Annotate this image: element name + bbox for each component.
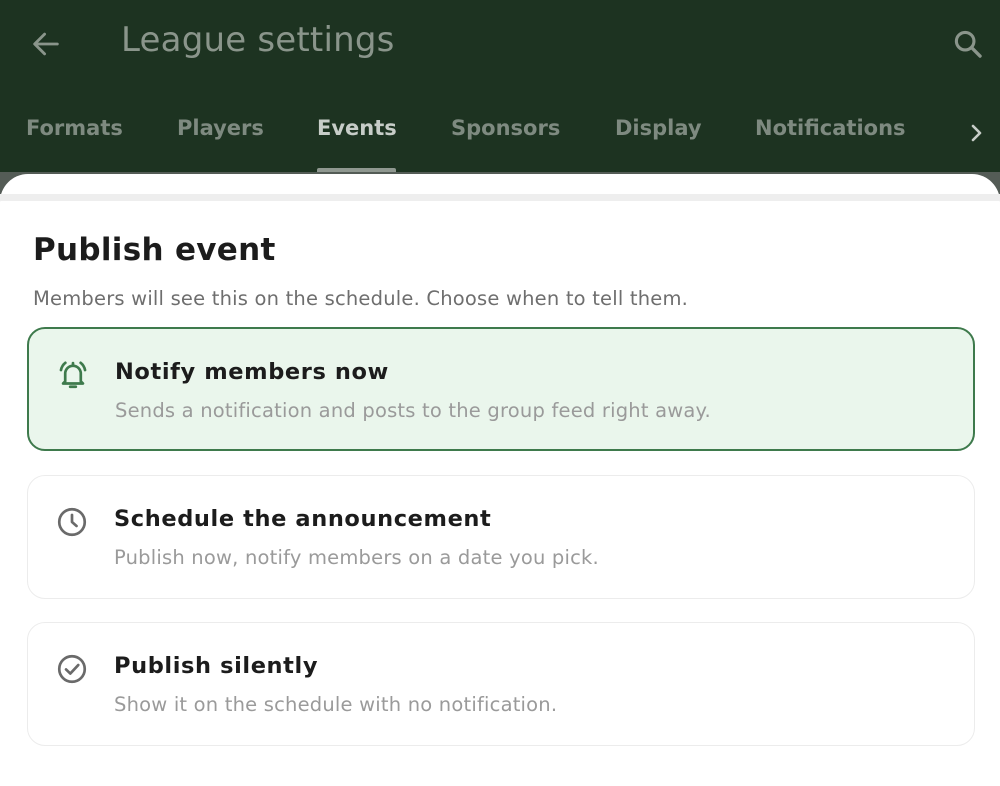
search-button[interactable] xyxy=(948,24,988,64)
sheet-top-divider xyxy=(0,194,1000,201)
option-description: Show it on the schedule with no notifica… xyxy=(114,693,558,716)
page-title: League settings xyxy=(121,20,395,60)
back-button[interactable] xyxy=(26,24,66,64)
app-bar: League settings xyxy=(0,0,1000,92)
option-publish-silently[interactable]: Publish silently Show it on the schedule… xyxy=(27,622,975,746)
option-icon-wrapper xyxy=(54,651,90,687)
tab-notifications[interactable]: Notifications xyxy=(755,116,906,146)
tab-bar: Formats Players Events Sponsors Display … xyxy=(0,92,1000,172)
tab-formats[interactable]: Formats xyxy=(26,116,123,146)
search-icon xyxy=(954,30,982,58)
option-schedule-announcement[interactable]: Schedule the announcement Publish now, n… xyxy=(27,475,975,599)
option-title: Notify members now xyxy=(115,359,389,385)
check-circle-icon xyxy=(57,654,87,684)
option-description: Sends a notification and posts to the gr… xyxy=(115,399,711,422)
chevron-right-icon xyxy=(971,124,982,142)
clock-icon xyxy=(57,507,87,537)
option-icon-wrapper xyxy=(55,357,91,393)
tab-events[interactable]: Events xyxy=(317,116,397,146)
option-description: Publish now, notify members on a date yo… xyxy=(114,546,599,569)
bell-ringing-icon xyxy=(59,361,87,389)
option-title: Publish silently xyxy=(114,653,319,679)
tab-sponsors[interactable]: Sponsors xyxy=(451,116,560,146)
sheet-subtitle: Members will see this on the schedule. C… xyxy=(33,287,689,310)
publish-event-sheet: Publish event Members will see this on t… xyxy=(0,174,1000,786)
arrow-left-icon xyxy=(33,32,59,56)
tabs-scroll-next-button[interactable] xyxy=(960,116,992,150)
option-title: Schedule the announcement xyxy=(114,506,492,532)
sheet-title: Publish event xyxy=(33,232,276,268)
tab-players[interactable]: Players xyxy=(177,116,264,146)
option-notify-now[interactable]: Notify members now Sends a notification … xyxy=(27,327,975,451)
option-icon-wrapper xyxy=(54,504,90,540)
tab-display[interactable]: Display xyxy=(615,116,702,146)
